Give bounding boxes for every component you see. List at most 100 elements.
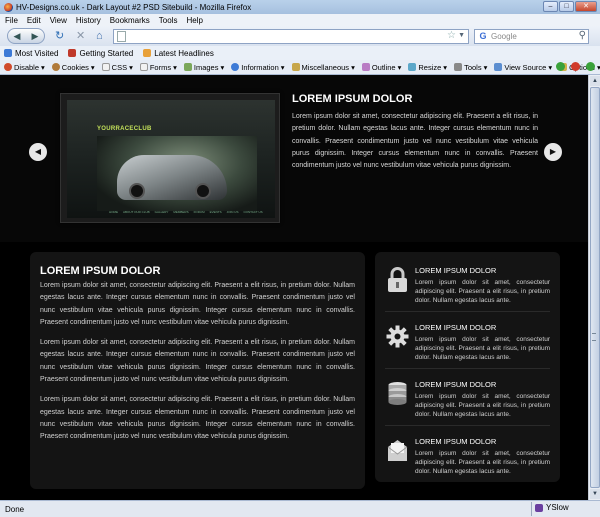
screenshot-nav-item: HOME	[109, 210, 118, 214]
webdev-images[interactable]: Images ▾	[183, 63, 224, 72]
yslow-icon	[535, 503, 543, 512]
webdev-disable[interactable]: Disable ▾	[4, 63, 45, 72]
main-title: LOREM IPSUM DOLOR	[40, 265, 161, 277]
error-icon[interactable]	[571, 62, 580, 71]
url-bar[interactable]: ☆ ▼	[113, 29, 469, 44]
slider-text: LOREM IPSUM DOLOR Lorem ipsum dolor sit …	[292, 93, 538, 172]
window-title: HV-Designs.co.uk - Dark Layout #2 PSD Si…	[16, 2, 252, 12]
menu-bar: File Edit View History Bookmarks Tools H…	[0, 14, 600, 26]
webdev-outline[interactable]: Outline ▾	[361, 63, 401, 72]
js-check-icon[interactable]	[586, 62, 595, 71]
menu-tools[interactable]: Tools	[159, 16, 178, 25]
bookmark-most-visited[interactable]: Most Visited	[4, 49, 58, 58]
page-viewport: ◀ ▶ YOURRACECLUB HOME ABOUT OUR CLUB GAL…	[0, 75, 588, 500]
screenshot-nav: HOME ABOUT OUR CLUB GALLERY MEMBERS FORU…	[109, 210, 263, 214]
bookmark-getting-started[interactable]: Getting Started	[68, 49, 133, 58]
scroll-up-button[interactable]: ▲	[590, 76, 600, 86]
reload-icon[interactable]: ↻	[55, 29, 64, 43]
scroll-grip-icon	[592, 333, 596, 341]
webdev-resize[interactable]: Resize ▾	[408, 63, 447, 72]
features-sidebar: LOREM IPSUM DOLOR Lorem ipsum dolor sit …	[375, 252, 560, 482]
google-icon[interactable]: G	[477, 31, 489, 42]
screenshot-nav-item: JOIN US	[226, 210, 239, 214]
gear-icon	[386, 325, 409, 348]
search-placeholder: Google	[491, 32, 517, 41]
back-forward-group: ◀ ▶	[7, 28, 45, 44]
menu-bookmarks[interactable]: Bookmarks	[110, 16, 150, 25]
search-input[interactable]: G Google ⚲	[474, 29, 589, 44]
mail-icon	[387, 440, 408, 461]
scroll-thumb[interactable]	[590, 87, 600, 488]
main-paragraph: Lorem ipsum dolor sit amet, consectetur …	[40, 282, 355, 326]
slider-screenshot: YOURRACECLUB HOME ABOUT OUR CLUB GALLERY…	[60, 93, 280, 223]
forward-button[interactable]: ▶	[32, 31, 39, 42]
status-separator	[531, 502, 532, 516]
bookmark-latest-headlines[interactable]: Latest Headlines	[143, 49, 214, 58]
window-titlebar: HV-Designs.co.uk - Dark Layout #2 PSD Si…	[0, 0, 600, 14]
menu-edit[interactable]: Edit	[27, 16, 41, 25]
screenshot-nav-item: CONTACT US	[243, 210, 263, 214]
menu-file[interactable]: File	[5, 16, 18, 25]
close-button[interactable]: ✕	[575, 1, 597, 12]
feature-item: LOREM IPSUM DOLOR Lorem ipsum dolor sit …	[385, 431, 550, 483]
window-controls: – □ ✕	[543, 1, 597, 12]
yslow-addon[interactable]: YSlow	[535, 503, 569, 512]
check-icon[interactable]	[556, 62, 565, 71]
feature-title: LOREM IPSUM DOLOR	[415, 437, 497, 446]
bookmark-star-icon[interactable]: ☆	[447, 30, 456, 41]
car-wheel	[129, 183, 145, 199]
car-wheel	[195, 183, 211, 199]
feature-body: Lorem ipsum dolor sit amet, consectetur …	[415, 393, 550, 419]
outline-icon	[361, 63, 370, 71]
minimize-button[interactable]: –	[543, 1, 558, 12]
feature-item: LOREM IPSUM DOLOR Lorem ipsum dolor sit …	[385, 317, 550, 369]
webdev-css[interactable]: CSS ▾	[101, 63, 133, 72]
race-car-graphic	[117, 155, 227, 200]
info-icon	[231, 63, 240, 71]
screenshot-nav-item: FORUM	[193, 210, 205, 214]
webdev-forms[interactable]: Forms ▾	[139, 63, 177, 72]
search-icon[interactable]: ⚲	[579, 30, 586, 41]
slider-prev-button[interactable]: ◀	[29, 143, 47, 161]
main-content-panel: LOREM IPSUM DOLOR Lorem ipsum dolor sit …	[30, 252, 365, 489]
stop-icon[interactable]: ✕	[76, 29, 85, 43]
back-button[interactable]: ◀	[14, 31, 21, 42]
resize-icon	[408, 63, 417, 71]
rss-icon	[143, 49, 152, 57]
navigation-toolbar: ◀ ▶ ↻ ✕ ⌂ ☆ ▼ G Google ⚲	[0, 26, 600, 46]
slider-title: LOREM IPSUM DOLOR	[292, 93, 413, 105]
screenshot-nav-item: EVENTS	[209, 210, 222, 214]
css-icon	[101, 63, 110, 71]
feature-body: Lorem ipsum dolor sit amet, consectetur …	[415, 336, 550, 362]
webdev-cookies[interactable]: Cookies ▾	[51, 63, 95, 72]
maximize-button[interactable]: □	[559, 1, 574, 12]
disable-icon	[4, 63, 12, 71]
home-icon[interactable]: ⌂	[96, 29, 103, 43]
vertical-scrollbar[interactable]: ▲ ▼	[588, 75, 600, 500]
featured-slider: ◀ ▶ YOURRACECLUB HOME ABOUT OUR CLUB GAL…	[0, 75, 588, 242]
feature-body: Lorem ipsum dolor sit amet, consectetur …	[415, 279, 550, 305]
bookmark-icon	[4, 49, 12, 57]
url-dropdown-icon[interactable]: ▼	[458, 32, 465, 39]
images-icon	[183, 63, 192, 71]
firefox-icon	[4, 2, 13, 12]
main-paragraph: Lorem ipsum dolor sit amet, consectetur …	[40, 396, 355, 441]
webdev-information[interactable]: Information ▾	[231, 63, 285, 72]
menu-view[interactable]: View	[50, 16, 67, 25]
race-club-logo: YOURRACECLUB	[97, 126, 152, 132]
feature-body: Lorem ipsum dolor sit amet, consectetur …	[415, 450, 550, 476]
webdev-tools[interactable]: Tools ▾	[454, 63, 487, 72]
menu-history[interactable]: History	[76, 16, 101, 25]
scroll-down-button[interactable]: ▼	[590, 489, 600, 499]
menu-help[interactable]: Help	[186, 16, 202, 25]
bookmark-icon	[68, 49, 77, 57]
forms-icon	[139, 63, 148, 71]
screenshot-image: YOURRACECLUB HOME ABOUT OUR CLUB GALLERY…	[67, 100, 275, 218]
feature-title: LOREM IPSUM DOLOR	[415, 323, 497, 332]
webdev-view-source[interactable]: View Source ▾	[494, 63, 552, 72]
screenshot-nav-item: GALLERY	[154, 210, 169, 214]
feature-item: LOREM IPSUM DOLOR Lorem ipsum dolor sit …	[385, 374, 550, 426]
slider-next-button[interactable]: ▶	[544, 143, 562, 161]
webdev-miscellaneous[interactable]: Miscellaneous ▾	[291, 63, 355, 72]
lock-icon	[388, 267, 407, 292]
